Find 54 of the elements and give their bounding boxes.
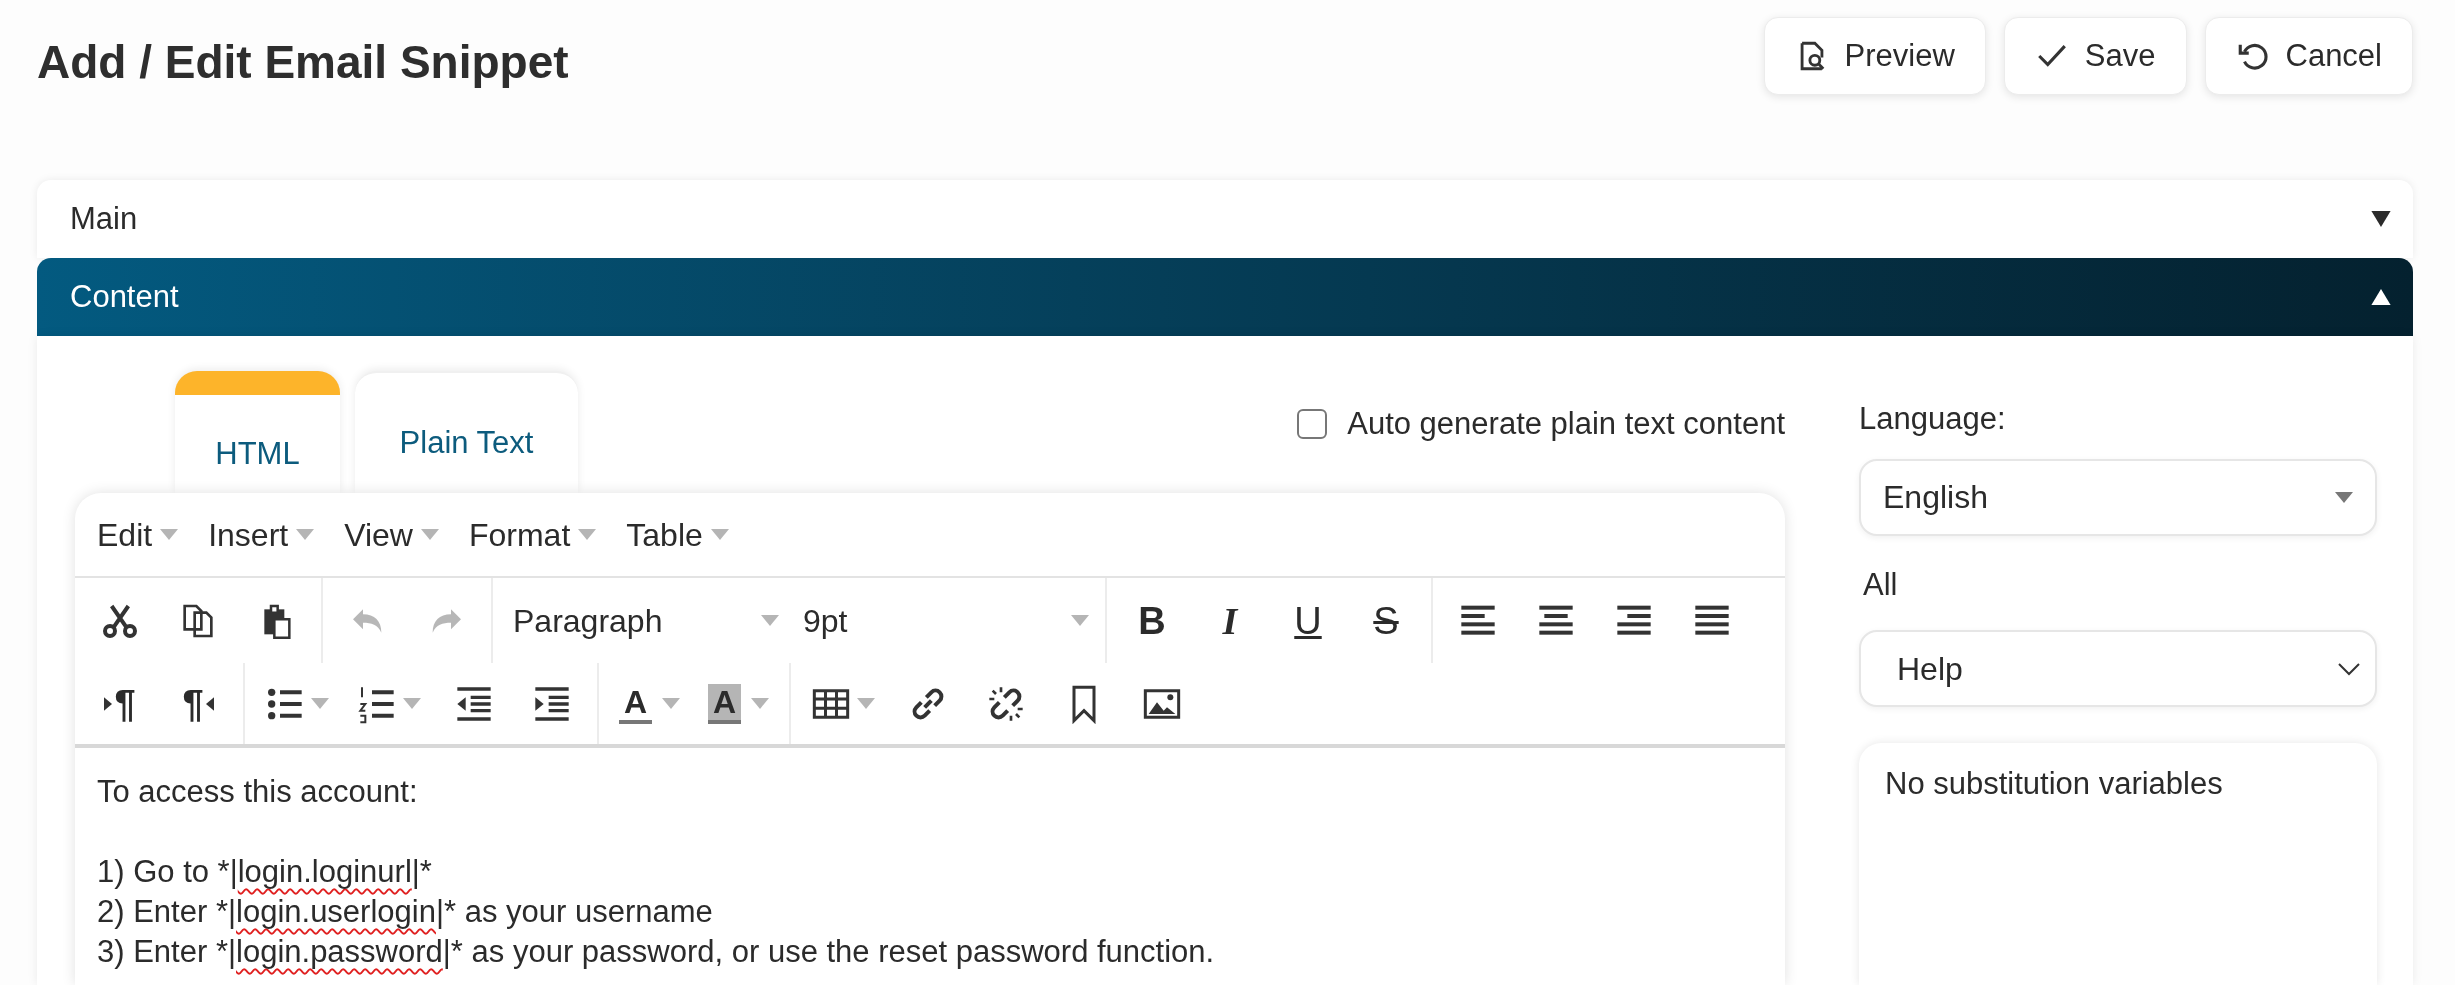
bold-button[interactable]: B: [1113, 598, 1191, 643]
caret-icon: [710, 529, 729, 540]
menu-item[interactable]: Insert: [208, 510, 315, 559]
menu-item[interactable]: Table: [626, 510, 729, 559]
editor-text-line: 1) Go to *|login.loginurl|*: [97, 853, 432, 891]
strikethrough-button[interactable]: S: [1347, 598, 1425, 643]
expand-arrow-icon: [2371, 211, 2391, 227]
language-dropdown[interactable]: English: [1859, 458, 2377, 536]
triangle-icon: [104, 696, 113, 711]
section-header[interactable]: Main: [37, 180, 2413, 258]
caret-icon: [2335, 491, 2353, 503]
caret-icon: [1071, 615, 1089, 626]
caret-icon: [296, 529, 315, 540]
help-dropdown[interactable]: Help: [1859, 630, 2377, 707]
cancel-button[interactable]: Cancel: [2204, 17, 2413, 95]
chevron-down-icon: [2337, 661, 2361, 676]
block-format-dropdown[interactable]: Paragraph: [499, 596, 789, 645]
menu-item[interactable]: View: [344, 510, 439, 559]
collapse-arrow-icon: [2371, 289, 2391, 305]
font-size-dropdown[interactable]: 9pt: [789, 596, 1099, 645]
caret-icon: [761, 615, 779, 626]
editor-text-line: 3) Enter *|login.password|* as your password, or use the reset password function.: [97, 933, 1215, 971]
checkbox[interactable]: [1297, 409, 1328, 440]
variables-message: No substitution variables: [1885, 765, 2223, 803]
caret-icon: [160, 529, 179, 540]
editor-tab[interactable]: HTML: [175, 371, 340, 493]
caret-icon: [751, 698, 770, 709]
italic-button[interactable]: I: [1191, 598, 1269, 643]
text-color-button[interactable]: A: [605, 683, 695, 724]
menu-item[interactable]: Format: [468, 510, 597, 559]
left-to-right-button[interactable]: ¶: [81, 681, 159, 726]
background-color-button[interactable]: A: [694, 683, 784, 724]
caret-icon: [420, 529, 439, 540]
save-button[interactable]: Save: [2003, 17, 2187, 95]
preview-button[interactable]: Preview: [1763, 17, 1986, 95]
checkbox-label: Auto generate plain text content: [1347, 405, 1785, 443]
menu-item[interactable]: Edit: [97, 510, 179, 559]
editor-text-line: To access this account:: [97, 773, 418, 811]
section-title: Content: [70, 277, 179, 316]
section-header[interactable]: Content: [37, 258, 2413, 336]
right-to-left-button[interactable]: ¶: [159, 681, 237, 726]
editor-tab[interactable]: Plain Text: [355, 371, 578, 493]
caret-icon: [662, 698, 681, 709]
editor-text-line: 2) Enter *|login.userlogin|* as your username: [97, 893, 713, 931]
caret-icon: [578, 529, 597, 540]
field-label: Language:: [1859, 400, 2006, 438]
underline-button[interactable]: U: [1269, 598, 1347, 643]
filter-label: All: [1863, 565, 1898, 604]
section-title: Main: [70, 199, 138, 238]
triangle-icon: [205, 696, 214, 711]
caret-icon: [311, 698, 329, 709]
caret-icon: [857, 698, 876, 709]
page-title: Add / Edit Email Snippet: [37, 35, 569, 90]
caret-icon: [403, 698, 421, 709]
